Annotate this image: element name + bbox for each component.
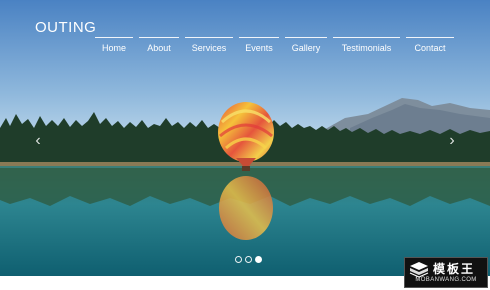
watermark-badge: 模板王 MOBANWANG.COM bbox=[404, 257, 488, 288]
cube-logo-icon bbox=[409, 262, 429, 278]
main-nav: Home About Services Events Gallery Testi… bbox=[0, 37, 490, 59]
nav-item-testimonials[interactable]: Testimonials bbox=[333, 37, 400, 53]
nav-item-about[interactable]: About bbox=[139, 37, 179, 53]
slider-dot[interactable] bbox=[245, 256, 252, 263]
nav-item-contact[interactable]: Contact bbox=[406, 37, 454, 53]
hero-slider: OUTING Home About Services Events Galler… bbox=[0, 0, 490, 276]
nav-item-events[interactable]: Events bbox=[239, 37, 279, 53]
nav-item-gallery[interactable]: Gallery bbox=[285, 37, 327, 53]
site-logo[interactable]: OUTING bbox=[35, 19, 96, 36]
slider-pagination bbox=[235, 256, 262, 264]
nav-item-services[interactable]: Services bbox=[185, 37, 233, 53]
nav-item-home[interactable]: Home bbox=[95, 37, 133, 53]
slider-dot[interactable] bbox=[255, 256, 262, 263]
chevron-left-icon[interactable]: ‹ bbox=[31, 132, 45, 150]
chevron-right-icon[interactable]: › bbox=[445, 132, 459, 150]
watermark-url: MOBANWANG.COM bbox=[415, 277, 477, 283]
watermark-cn-text: 模板王 bbox=[433, 262, 476, 276]
slider-dot[interactable] bbox=[235, 256, 242, 263]
